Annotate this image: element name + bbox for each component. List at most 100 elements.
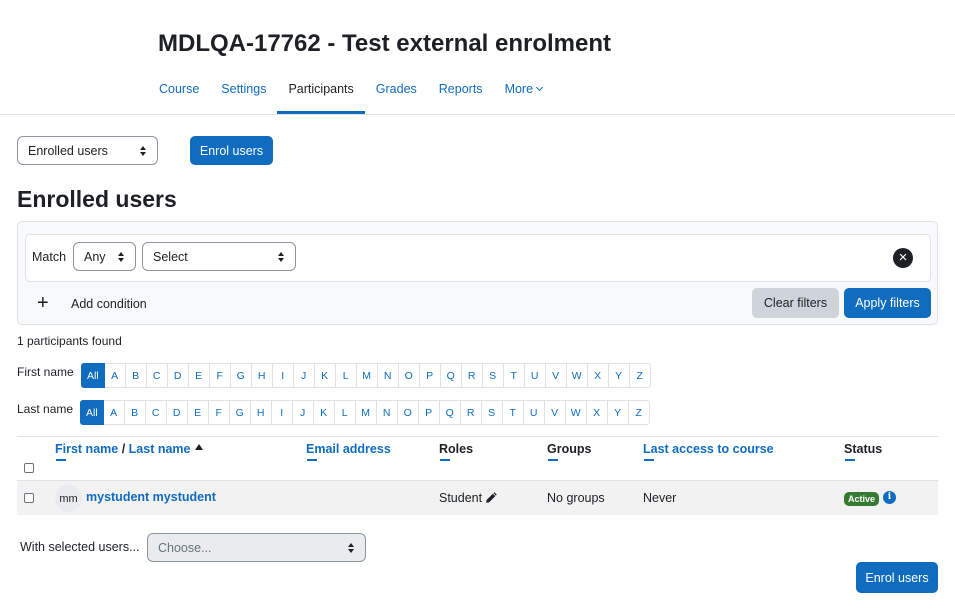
first-initial-c[interactable]: C <box>146 363 168 388</box>
select-arrows-icon <box>140 145 147 156</box>
first-initial-k[interactable]: K <box>314 363 336 388</box>
tab-course[interactable]: Course <box>148 72 210 114</box>
last-initial-m[interactable]: M <box>355 400 377 425</box>
first-initial-j[interactable]: J <box>293 363 315 388</box>
last-initial-r[interactable]: R <box>460 400 482 425</box>
first-initial-g[interactable]: G <box>230 363 252 388</box>
last-initial-bar: All ABCDEFGHIJKLMNOPQRSTUVWXYZ <box>80 400 650 425</box>
last-initial-z[interactable]: Z <box>628 400 650 425</box>
last-initial-w[interactable]: W <box>565 400 587 425</box>
first-initial-e[interactable]: E <box>188 363 210 388</box>
hide-email-column-icon[interactable] <box>307 459 317 461</box>
status-badge: Active <box>844 492 880 506</box>
first-initial-a[interactable]: A <box>104 363 126 388</box>
participants-view-select[interactable]: Enrolled users <box>17 136 158 165</box>
last-initial-t[interactable]: T <box>502 400 524 425</box>
last-initial-j[interactable]: J <box>292 400 314 425</box>
first-initial-y[interactable]: Y <box>608 363 630 388</box>
participants-view-value: Enrolled users <box>28 143 108 158</box>
tab-grades[interactable]: Grades <box>365 72 428 114</box>
last-initial-n[interactable]: N <box>376 400 398 425</box>
user-name-link[interactable]: mystudent mystudent <box>86 490 216 504</box>
tab-more[interactable]: More <box>494 72 553 114</box>
filter-type-select[interactable]: Select <box>142 242 296 271</box>
edit-roles-pencil-icon[interactable] <box>485 491 498 504</box>
col-last-access-header: Last access to course <box>643 442 774 456</box>
last-initial-s[interactable]: S <box>481 400 503 425</box>
last-initial-k[interactable]: K <box>313 400 335 425</box>
plus-icon[interactable]: + <box>37 293 49 313</box>
match-label: Match <box>32 250 67 264</box>
last-initial-label: Last name <box>17 402 74 416</box>
last-initial-o[interactable]: O <box>397 400 419 425</box>
page-heading: Enrolled users <box>17 186 177 212</box>
bulk-action-select[interactable]: Choose... <box>147 533 366 562</box>
first-initial-v[interactable]: V <box>545 363 567 388</box>
sort-last-access-link[interactable]: Last access to course <box>643 442 774 456</box>
select-arrows-icon <box>278 251 285 262</box>
hide-roles-column-icon[interactable] <box>440 459 450 461</box>
first-initial-t[interactable]: T <box>503 363 525 388</box>
last-initial-g[interactable]: G <box>229 400 251 425</box>
enrolment-info-icon[interactable]: i <box>883 491 896 504</box>
hide-groups-column-icon[interactable] <box>548 459 558 461</box>
match-select[interactable]: Any <box>73 242 136 271</box>
apply-filters-button[interactable]: Apply filters <box>844 288 931 318</box>
col-name-header: First name / Last name <box>55 442 203 456</box>
last-initial-all[interactable]: All <box>80 400 104 425</box>
first-initial-p[interactable]: P <box>419 363 441 388</box>
last-initial-q[interactable]: Q <box>439 400 461 425</box>
col-status-header: Status <box>844 442 883 456</box>
last-initial-v[interactable]: V <box>544 400 566 425</box>
col-roles-header: Roles <box>439 442 474 456</box>
last-initial-h[interactable]: H <box>250 400 272 425</box>
last-initial-i[interactable]: I <box>271 400 293 425</box>
last-initial-a[interactable]: A <box>103 400 125 425</box>
first-initial-z[interactable]: Z <box>629 363 651 388</box>
first-initial-w[interactable]: W <box>566 363 588 388</box>
add-condition-button[interactable]: Add condition <box>71 297 147 311</box>
sort-last-name-link[interactable]: Last name <box>129 442 191 456</box>
select-all-checkbox[interactable] <box>24 463 34 473</box>
last-initial-c[interactable]: C <box>145 400 167 425</box>
first-initial-all[interactable]: All <box>81 363 105 388</box>
first-initial-s[interactable]: S <box>482 363 504 388</box>
first-initial-b[interactable]: B <box>125 363 147 388</box>
match-select-value: Any <box>84 249 106 264</box>
hide-last-access-column-icon[interactable] <box>644 459 654 461</box>
first-initial-u[interactable]: U <box>524 363 546 388</box>
last-initial-p[interactable]: P <box>418 400 440 425</box>
sort-first-name-link[interactable]: First name <box>55 442 118 456</box>
first-initial-bar: All ABCDEFGHIJKLMNOPQRSTUVWXYZ <box>81 363 651 388</box>
last-initial-u[interactable]: U <box>523 400 545 425</box>
first-initial-f[interactable]: F <box>209 363 231 388</box>
remove-filter-icon[interactable]: × <box>893 248 913 268</box>
last-initial-l[interactable]: L <box>334 400 356 425</box>
hide-status-column-icon[interactable] <box>845 459 855 461</box>
tab-participants[interactable]: Participants <box>277 72 366 114</box>
first-initial-x[interactable]: X <box>587 363 609 388</box>
first-initial-d[interactable]: D <box>167 363 189 388</box>
hide-name-column-icon[interactable] <box>56 459 66 461</box>
row-select-checkbox[interactable] <box>24 493 34 503</box>
first-initial-h[interactable]: H <box>251 363 273 388</box>
tab-settings[interactable]: Settings <box>210 72 277 114</box>
first-initial-l[interactable]: L <box>335 363 357 388</box>
last-initial-y[interactable]: Y <box>607 400 629 425</box>
sort-email-link[interactable]: Email address <box>306 442 391 456</box>
last-initial-b[interactable]: B <box>124 400 146 425</box>
first-initial-i[interactable]: I <box>272 363 294 388</box>
last-initial-f[interactable]: F <box>208 400 230 425</box>
first-initial-q[interactable]: Q <box>440 363 462 388</box>
last-initial-x[interactable]: X <box>586 400 608 425</box>
enrol-users-button[interactable]: Enrol users <box>190 136 273 165</box>
first-initial-n[interactable]: N <box>377 363 399 388</box>
first-initial-m[interactable]: M <box>356 363 378 388</box>
first-initial-r[interactable]: R <box>461 363 483 388</box>
tab-reports[interactable]: Reports <box>428 72 494 114</box>
clear-filters-button[interactable]: Clear filters <box>752 288 839 318</box>
enrol-users-bottom-button[interactable]: Enrol users <box>856 562 938 593</box>
last-initial-d[interactable]: D <box>166 400 188 425</box>
first-initial-o[interactable]: O <box>398 363 420 388</box>
last-initial-e[interactable]: E <box>187 400 209 425</box>
